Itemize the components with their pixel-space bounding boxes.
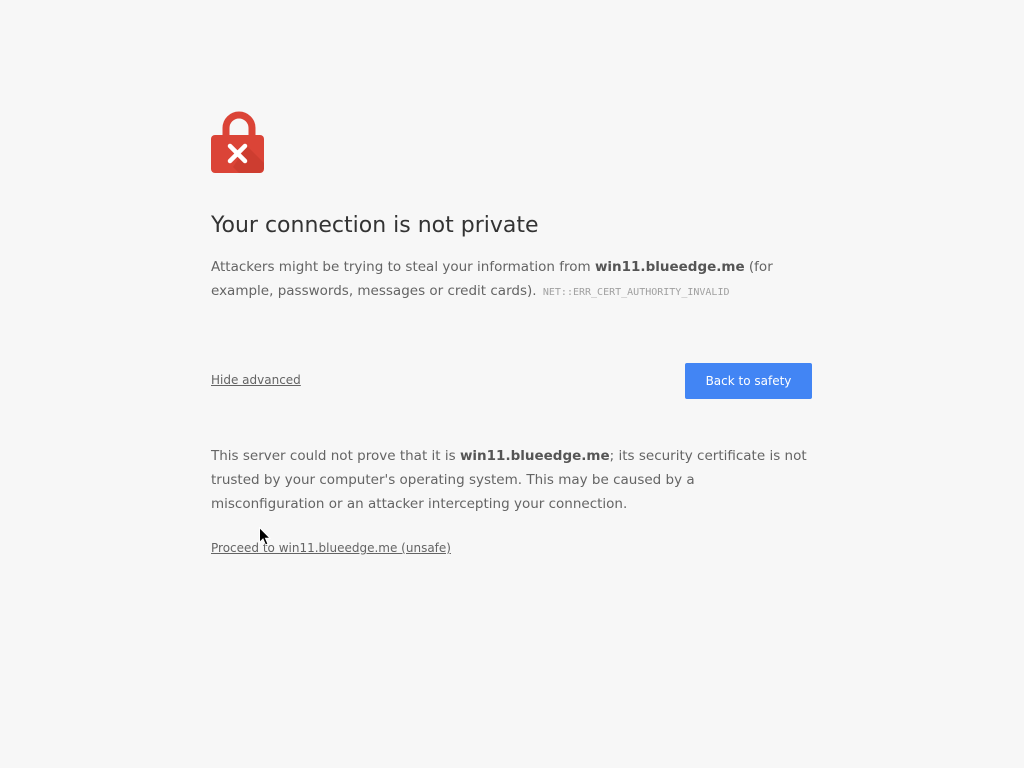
intro-text: Attackers might be trying to steal your … <box>211 255 812 305</box>
intro-host: win11.blueedge.me <box>594 259 745 275</box>
back-to-safety-button[interactable]: Back to safety <box>685 363 812 399</box>
details-text: This server could not prove that it is w… <box>211 444 812 516</box>
page-title: Your connection is not private <box>211 213 539 238</box>
lock-error-icon <box>211 111 264 173</box>
main-content: Your connection is not private Attackers… <box>211 108 812 556</box>
action-row: Hide advanced Back to safety <box>211 363 812 399</box>
details-prefix: This server could not prove that it is <box>211 448 460 464</box>
hide-advanced-link[interactable]: Hide advanced <box>211 373 301 387</box>
proceed-unsafe-link[interactable]: Proceed to win11.blueedge.me (unsafe) <box>211 541 451 555</box>
interstitial-page: Your connection is not private Attackers… <box>0 0 1024 768</box>
details-host: win11.blueedge.me <box>459 448 610 464</box>
error-code: NET::ERR_CERT_AUTHORITY_INVALID <box>542 287 730 298</box>
mouse-cursor-icon <box>259 527 271 546</box>
intro-prefix: Attackers might be trying to steal your … <box>211 259 595 275</box>
